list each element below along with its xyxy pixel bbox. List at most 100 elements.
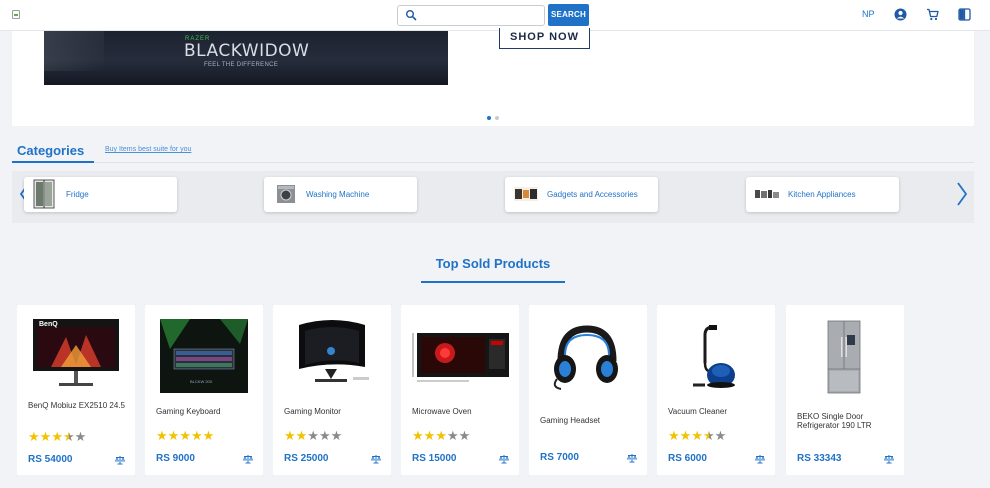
carousel-dot[interactable] — [495, 116, 499, 120]
star-icon: ★ — [202, 428, 215, 443]
compare-scale-icon[interactable] — [499, 454, 509, 464]
star-icon: ★ — [51, 429, 63, 444]
top-navbar: SEARCH NP — [0, 0, 990, 31]
star-icon: ★ — [318, 428, 331, 443]
cart-icon[interactable] — [926, 8, 939, 21]
category-label: Kitchen Appliances — [788, 190, 856, 199]
product-price: RS 15000 — [412, 453, 457, 464]
categories-title-underline — [12, 161, 94, 163]
product-price: RS 9000 — [156, 453, 195, 464]
star-icon: ★ — [156, 428, 168, 443]
top-sold-underline — [421, 281, 565, 283]
gadgets-thumbnail — [514, 187, 538, 201]
categories-subtitle-link[interactable]: Buy Items best suite for you — [105, 146, 191, 153]
categories-divider — [12, 162, 974, 163]
compare-scale-icon[interactable] — [115, 455, 125, 465]
star-icon: ★ — [39, 429, 52, 444]
star-icon: ★ — [691, 428, 703, 443]
fridge-thumbnail — [33, 179, 55, 209]
star-icon: ★ — [28, 429, 40, 444]
svg-text:BLCKW 20X: BLCKW 20X — [190, 379, 213, 384]
star-icon: ★ — [330, 428, 343, 443]
compare-scale-icon[interactable] — [755, 454, 765, 464]
product-name: BenQ Mobiuz EX2510 24.5 — [28, 401, 125, 410]
product-card[interactable]: BEKO Single Door Refrigerator 190 LTR RS… — [786, 305, 904, 475]
product-name: Vacuum Cleaner — [668, 407, 727, 416]
product-card[interactable]: BenQ BenQ Mobiuz EX2510 24.5 ★★★★★ RS 54… — [17, 305, 135, 475]
microwave-oven-image — [412, 333, 509, 382]
product-rating: ★★★★★ — [284, 429, 342, 442]
benq-monitor-image: BenQ — [33, 319, 119, 386]
product-price: RS 33343 — [797, 453, 842, 464]
banner-tagline: FEEL THE DIFFERENCE — [204, 62, 279, 68]
compare-scale-icon[interactable] — [627, 453, 637, 463]
product-card[interactable]: Vacuum Cleaner ★★★★★ RS 6000 — [657, 305, 775, 475]
kitchen-appliances-thumbnail — [755, 190, 779, 198]
star-icon: ★ — [446, 428, 459, 443]
star-icon: ★ — [423, 428, 436, 443]
category-card-washing-machine[interactable]: Washing Machine — [264, 177, 417, 212]
star-icon: ★ — [284, 428, 296, 443]
category-card-gadgets[interactable]: Gadgets and Accessories — [505, 177, 658, 212]
product-name: Gaming Keyboard — [156, 407, 221, 416]
category-card-fridge[interactable]: Fridge — [24, 177, 177, 212]
category-label: Washing Machine — [306, 190, 370, 199]
product-card[interactable]: Microwave Oven ★★★★★ RS 15000 — [401, 305, 519, 475]
star-icon: ★ — [412, 428, 424, 443]
chevron-right-icon[interactable] — [955, 181, 969, 207]
star-half-icon: ★ — [702, 428, 715, 443]
product-card[interactable]: Gaming Monitor ★★★★★ RS 25000 — [273, 305, 391, 475]
search-input[interactable] — [422, 8, 540, 23]
search-button[interactable]: SEARCH — [548, 4, 589, 26]
star-half-icon: ★ — [62, 429, 75, 444]
product-rating: ★★★★★ — [412, 429, 470, 442]
product-name: Microwave Oven — [412, 407, 472, 416]
language-toggle[interactable]: NP — [862, 9, 875, 19]
compare-scale-icon[interactable] — [884, 454, 894, 464]
star-icon: ★ — [307, 428, 319, 443]
product-name: Gaming Monitor — [284, 407, 341, 416]
product-price: RS 6000 — [668, 453, 707, 464]
product-price: RS 54000 — [28, 454, 73, 465]
product-rating: ★★★★★ — [156, 429, 214, 442]
product-card[interactable]: BLCKW 20X Gaming Keyboard ★★★★★ RS 9000 — [145, 305, 263, 475]
svg-text:BenQ: BenQ — [39, 321, 58, 328]
washing-machine-thumbnail — [277, 185, 295, 203]
product-name: BEKO Single Door Refrigerator 190 LTR — [797, 412, 872, 430]
refrigerator-image — [827, 320, 861, 394]
gaming-monitor-image — [299, 320, 369, 382]
product-card[interactable]: Gaming Headset RS 7000 — [529, 305, 647, 475]
star-icon: ★ — [179, 428, 191, 443]
product-price: RS 7000 — [540, 452, 579, 463]
star-icon: ★ — [167, 428, 180, 443]
category-label: Fridge — [66, 190, 89, 199]
star-icon: ★ — [458, 428, 471, 443]
search-field[interactable] — [397, 5, 545, 26]
compare-scale-icon[interactable] — [243, 454, 253, 464]
shop-now-button[interactable]: SHOP NOW — [499, 28, 590, 49]
product-rating: ★★★★★ — [28, 430, 86, 443]
star-icon: ★ — [190, 428, 203, 443]
category-label: Gadgets and Accessories — [547, 190, 638, 199]
category-card-kitchen[interactable]: Kitchen Appliances — [746, 177, 899, 212]
categories-title: Categories — [17, 143, 85, 158]
search-icon — [406, 10, 417, 21]
compare-scale-icon[interactable] — [371, 454, 381, 464]
product-name: Gaming Headset — [540, 416, 601, 425]
site-logo[interactable] — [12, 10, 20, 19]
banner-image[interactable]: RAZER BLACKWIDOW FEEL THE DIFFERENCE — [44, 31, 448, 85]
star-icon: ★ — [714, 428, 727, 443]
star-icon: ★ — [435, 428, 447, 443]
gaming-headset-image — [553, 325, 618, 390]
star-icon: ★ — [679, 428, 692, 443]
banner-keyboard-graphic — [44, 31, 104, 71]
banner-product-title: BLACKWIDOW — [184, 41, 310, 61]
product-rating: ★★★★★ — [668, 429, 726, 442]
carousel-dot-active[interactable] — [487, 116, 491, 120]
account-icon[interactable] — [894, 8, 907, 21]
top-sold-title: Top Sold Products — [435, 256, 551, 271]
hero-carousel: RAZER BLACKWIDOW FEEL THE DIFFERENCE SHO… — [12, 28, 974, 126]
gaming-keyboard-image: BLCKW 20X — [160, 319, 248, 393]
vacuum-cleaner-image — [693, 325, 735, 388]
compare-icon[interactable] — [958, 8, 971, 21]
